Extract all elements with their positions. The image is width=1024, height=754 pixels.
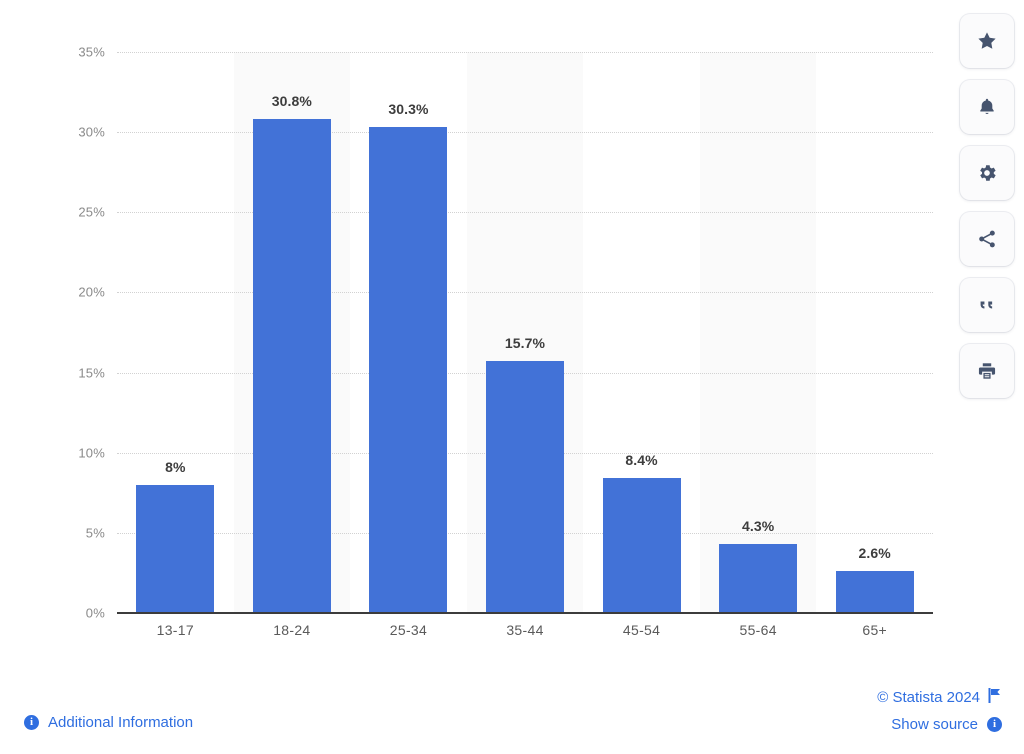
- y-tick-label: 5%: [85, 525, 105, 541]
- y-tick-label: 20%: [78, 284, 105, 300]
- y-tick-label: 35%: [78, 44, 105, 60]
- bar[interactable]: [486, 361, 564, 613]
- bar[interactable]: [719, 544, 798, 613]
- show-source-label: Show source: [891, 716, 978, 733]
- y-tick-label: 10%: [78, 445, 105, 461]
- x-tick-label: 55-64: [739, 622, 777, 638]
- share-icon: [976, 228, 998, 250]
- info-icon: i: [24, 715, 39, 730]
- chart-toolbar: [960, 14, 1014, 398]
- x-axis-line: [117, 612, 933, 614]
- bar-value-label: 2.6%: [858, 545, 891, 562]
- y-tick-label: 15%: [78, 365, 105, 381]
- gear-icon: [976, 162, 998, 184]
- x-tick-label: 25-34: [389, 622, 428, 638]
- notify-button[interactable]: [960, 80, 1014, 134]
- bar[interactable]: [252, 119, 331, 613]
- quote-icon: [976, 294, 998, 316]
- copyright-text: © Statista 2024: [877, 689, 980, 706]
- bar[interactable]: [369, 127, 448, 613]
- chart-page: Percentage of users 0%5%10%15%20%25%30%3…: [0, 0, 1024, 754]
- y-tick-label: 25%: [78, 204, 105, 220]
- bars: 8% 30.8% 30.3% 15.7% 8.4% 4.3% 2.6%: [117, 52, 933, 613]
- bar-value-label: 8%: [165, 458, 186, 475]
- info-icon: i: [987, 717, 1002, 732]
- favorite-button[interactable]: [960, 14, 1014, 68]
- x-tick-label: 35-44: [506, 622, 544, 638]
- bar[interactable]: [835, 571, 914, 613]
- x-tick-label: 18-24: [273, 622, 311, 638]
- bell-icon: [976, 96, 998, 118]
- star-icon: [976, 30, 998, 52]
- bar-value-label: 30.3%: [388, 101, 429, 118]
- bar[interactable]: [136, 484, 215, 613]
- settings-button[interactable]: [960, 146, 1014, 200]
- bar-value-label: 30.8%: [271, 93, 312, 110]
- x-tick-label: 65+: [862, 622, 888, 638]
- printer-icon: [976, 360, 998, 382]
- show-source-link[interactable]: Show source i: [891, 716, 1002, 733]
- x-tick-label: 45-54: [622, 622, 661, 638]
- bar-chart: Percentage of users 0%5%10%15%20%25%30%3…: [0, 0, 1024, 670]
- cite-button[interactable]: [960, 278, 1014, 332]
- x-tick-label: 13-17: [156, 622, 194, 638]
- additional-information-link[interactable]: i Additional Information: [24, 714, 193, 731]
- bar-value-label: 8.4%: [625, 452, 658, 469]
- share-button[interactable]: [960, 212, 1014, 266]
- bar-value-label: 4.3%: [741, 518, 775, 535]
- copyright: © Statista 2024: [877, 688, 1002, 707]
- y-tick-label: 0%: [85, 605, 105, 621]
- y-tick-label: 30%: [78, 124, 105, 140]
- bar-value-label: 15.7%: [504, 335, 546, 352]
- print-button[interactable]: [960, 344, 1014, 398]
- plot-area: 8% 30.8% 30.3% 15.7% 8.4% 4.3% 2.6%: [117, 52, 933, 613]
- bar[interactable]: [602, 478, 681, 613]
- additional-information-label: Additional Information: [48, 714, 194, 731]
- y-axis-ticks: 0% 5% 10% 15% 20% 25% 30% 35%: [55, 45, 105, 621]
- flag-icon[interactable]: [988, 688, 1002, 707]
- chart-footer: © Statista 2024: [0, 670, 1024, 754]
